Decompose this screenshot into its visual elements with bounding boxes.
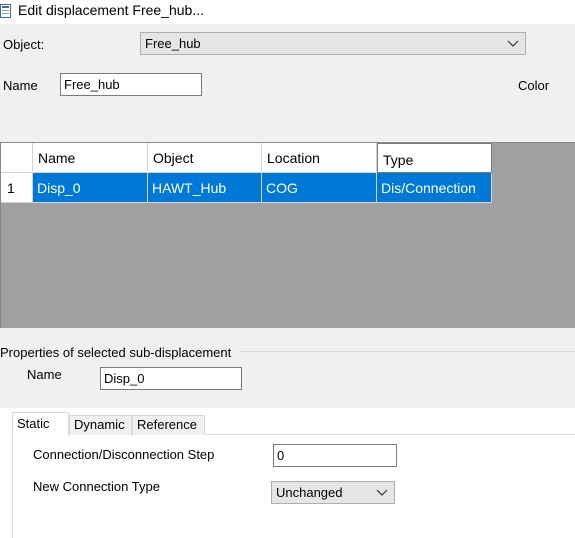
step-field[interactable]: 0 <box>273 444 397 467</box>
properties-group-label: Properties of selected sub-displacement <box>0 345 232 360</box>
properties-group <box>0 328 575 408</box>
column-header-location[interactable]: Location <box>262 143 377 173</box>
chevron-down-icon <box>376 489 388 496</box>
chevron-down-icon <box>507 40 519 47</box>
column-header-object[interactable]: Object <box>148 143 262 173</box>
column-header-type[interactable]: Type <box>377 143 492 173</box>
row-header[interactable]: 1 <box>1 173 33 203</box>
table-cell-type[interactable]: Dis/Connection <box>377 173 492 203</box>
object-dropdown-value: Free_hub <box>145 36 201 51</box>
app-icon <box>0 4 11 18</box>
tab-dynamic[interactable]: Dynamic <box>69 415 132 435</box>
tab-reference[interactable]: Reference <box>132 415 205 435</box>
group-divider <box>240 351 575 352</box>
connection-type-value: Unchanged <box>276 485 343 500</box>
name-field[interactable]: Free_hub <box>60 73 202 96</box>
sub-name-field[interactable]: Disp_0 <box>100 367 242 390</box>
object-label: Object: <box>3 37 45 52</box>
object-dropdown[interactable]: Free_hub <box>140 32 526 55</box>
table-cell-location[interactable]: COG <box>262 173 377 203</box>
connection-type-label: New Connection Type <box>33 479 160 494</box>
sub-name-label: Name <box>27 367 62 382</box>
tab-static[interactable]: Static <box>12 412 69 436</box>
table-cell-object[interactable]: HAWT_Hub <box>148 173 262 203</box>
table-cell-name[interactable]: Disp_0 <box>33 173 148 203</box>
column-header-name[interactable]: Name <box>33 143 148 173</box>
step-label: Connection/Disconnection Step <box>33 447 215 462</box>
sub-displacement-grid: Name Object Location Type 1 Disp_0 HAWT_… <box>0 142 575 328</box>
grid-corner <box>1 143 33 173</box>
window-title: Edit displacement Free_hub... <box>18 2 204 18</box>
connection-type-dropdown[interactable]: Unchanged <box>271 481 395 504</box>
color-label: Color <box>518 78 550 93</box>
name-label: Name <box>3 78 38 93</box>
